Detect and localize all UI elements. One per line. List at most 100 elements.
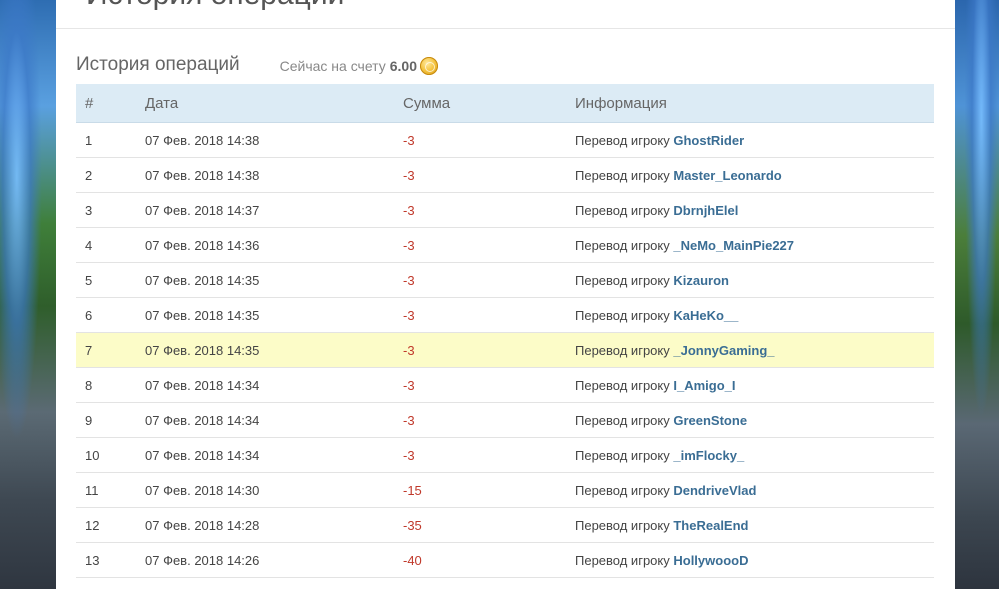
table-row: 10 07 Фев. 2018 14:34 -3 Перевод игроку _im… bbox=[76, 437, 934, 473]
row-number: 5 bbox=[76, 262, 145, 298]
row-info: Перевод игроку HollywoooD bbox=[575, 542, 934, 578]
row-amount: -40 bbox=[403, 542, 575, 578]
column-header-date: Дата bbox=[145, 84, 403, 123]
row-date: 07 Фев. 2018 14:35 bbox=[145, 262, 403, 298]
row-info: Перевод игроку GreenStone bbox=[575, 402, 934, 438]
info-prefix: Перевод игроку bbox=[575, 272, 670, 288]
table-row: 4 07 Фев. 2018 14:36 -3 Перевод игроку _NeM… bbox=[76, 227, 934, 263]
row-amount: -3 bbox=[403, 402, 575, 438]
row-info: Перевод игроку Master_Leonardo bbox=[575, 157, 934, 193]
table-header-row: # Дата Сумма Информация bbox=[76, 84, 934, 123]
info-prefix: Перевод игроку bbox=[575, 167, 670, 183]
table-row: 2 07 Фев. 2018 14:38 -3 Перевод игроку Mast… bbox=[76, 157, 934, 193]
player-link[interactable]: Kizauron bbox=[673, 273, 729, 288]
info-prefix: Перевод игроку bbox=[575, 412, 670, 428]
row-date: 07 Фев. 2018 14:26 bbox=[145, 542, 403, 578]
row-info: Перевод игроку DendriveVlad bbox=[575, 472, 934, 508]
operations-table: # Дата Сумма Информация 1 07 Фев. 2018 14… bbox=[76, 84, 934, 578]
table-row: 5 07 Фев. 2018 14:35 -3 Перевод игроку Kiza… bbox=[76, 262, 934, 298]
info-prefix: Перевод игроку bbox=[575, 307, 670, 323]
row-number: 8 bbox=[76, 367, 145, 403]
player-link[interactable]: _imFlocky_ bbox=[673, 448, 744, 463]
player-link[interactable]: TheRealEnd bbox=[673, 518, 748, 533]
section-header: История операций Сейчас на счету 6.00 bbox=[76, 52, 438, 78]
player-link[interactable]: Master_Leonardo bbox=[673, 168, 781, 183]
row-date: 07 Фев. 2018 14:38 bbox=[145, 122, 403, 158]
row-info: Перевод игроку TheRealEnd bbox=[575, 507, 934, 543]
table-row: 13 07 Фев. 2018 14:26 -40 Перевод игроку Ho… bbox=[76, 542, 934, 578]
row-amount: -3 bbox=[403, 367, 575, 403]
row-number: 13 bbox=[76, 542, 145, 578]
column-header-number: # bbox=[76, 84, 145, 123]
info-prefix: Перевод игроку bbox=[575, 342, 670, 358]
balance-info: Сейчас на счету 6.00 bbox=[280, 57, 438, 75]
player-link[interactable]: HollywoooD bbox=[673, 553, 748, 568]
row-date: 07 Фев. 2018 14:35 bbox=[145, 332, 403, 368]
balance-label: Сейчас на счету bbox=[279, 58, 386, 74]
row-date: 07 Фев. 2018 14:28 bbox=[145, 507, 403, 543]
table-row: 7 07 Фев. 2018 14:35 -3 Перевод игроку _Jon… bbox=[76, 332, 934, 368]
row-info: Перевод игроку Kizauron bbox=[575, 262, 934, 298]
row-date: 07 Фев. 2018 14:37 bbox=[145, 192, 403, 228]
page-title: История операций bbox=[86, 0, 344, 12]
table-row: 1 07 Фев. 2018 14:38 -3 Перевод игроку Ghos… bbox=[76, 122, 934, 158]
row-info: Перевод игроку DbrnjhElel bbox=[575, 192, 934, 228]
row-number: 7 bbox=[76, 332, 145, 368]
row-info: Перевод игроку _imFlocky_ bbox=[575, 437, 934, 473]
background-left bbox=[0, 0, 56, 589]
info-prefix: Перевод игроку bbox=[575, 517, 670, 533]
player-link[interactable]: I_Amigo_I bbox=[673, 378, 735, 393]
info-prefix: Перевод игроку bbox=[575, 482, 670, 498]
player-link[interactable]: _JonnyGaming_ bbox=[673, 343, 774, 358]
row-info: Перевод игроку _NeMo_MainPie227 bbox=[575, 227, 934, 263]
row-number: 12 bbox=[76, 507, 145, 543]
section-title: История операций bbox=[76, 54, 240, 75]
row-date: 07 Фев. 2018 14:34 bbox=[145, 437, 403, 473]
row-number: 10 bbox=[76, 437, 145, 473]
table-row: 3 07 Фев. 2018 14:37 -3 Перевод игроку Dbrn… bbox=[76, 192, 934, 228]
info-prefix: Перевод игроку bbox=[575, 237, 670, 253]
row-amount: -3 bbox=[403, 297, 575, 333]
coin-icon bbox=[420, 57, 438, 75]
row-number: 1 bbox=[76, 122, 145, 158]
row-amount: -15 bbox=[403, 472, 575, 508]
row-number: 6 bbox=[76, 297, 145, 333]
column-header-amount: Сумма bbox=[403, 84, 575, 123]
row-amount: -35 bbox=[403, 507, 575, 543]
info-prefix: Перевод игроку bbox=[575, 132, 670, 148]
player-link[interactable]: DbrnjhElel bbox=[673, 203, 738, 218]
column-header-info: Информация bbox=[575, 84, 934, 123]
page-header: История операций bbox=[56, 0, 955, 29]
table-row: 6 07 Фев. 2018 14:35 -3 Перевод игроку KaHe… bbox=[76, 297, 934, 333]
row-amount: -3 bbox=[403, 157, 575, 193]
row-amount: -3 bbox=[403, 437, 575, 473]
row-amount: -3 bbox=[403, 262, 575, 298]
info-prefix: Перевод игроку bbox=[575, 377, 670, 393]
row-amount: -3 bbox=[403, 332, 575, 368]
row-info: Перевод игроку I_Amigo_I bbox=[575, 367, 934, 403]
table-row: 12 07 Фев. 2018 14:28 -35 Перевод игроку Th… bbox=[76, 507, 934, 543]
row-date: 07 Фев. 2018 14:34 bbox=[145, 367, 403, 403]
row-date: 07 Фев. 2018 14:38 bbox=[145, 157, 403, 193]
row-amount: -3 bbox=[403, 227, 575, 263]
row-amount: -3 bbox=[403, 122, 575, 158]
row-number: 4 bbox=[76, 227, 145, 263]
player-link[interactable]: _NeMo_MainPie227 bbox=[673, 238, 794, 253]
player-link[interactable]: KaHeKo__ bbox=[673, 308, 738, 323]
row-date: 07 Фев. 2018 14:34 bbox=[145, 402, 403, 438]
row-date: 07 Фев. 2018 14:36 bbox=[145, 227, 403, 263]
player-link[interactable]: DendriveVlad bbox=[673, 483, 756, 498]
row-number: 11 bbox=[76, 472, 145, 508]
row-number: 3 bbox=[76, 192, 145, 228]
player-link[interactable]: GhostRider bbox=[673, 133, 744, 148]
row-number: 9 bbox=[76, 402, 145, 438]
info-prefix: Перевод игроку bbox=[575, 552, 670, 568]
info-prefix: Перевод игроку bbox=[575, 447, 670, 463]
player-link[interactable]: GreenStone bbox=[673, 413, 747, 428]
table-row: 9 07 Фев. 2018 14:34 -3 Перевод игроку Gree… bbox=[76, 402, 934, 438]
content-panel: История операций История операций Сейчас… bbox=[56, 0, 955, 589]
table-row: 11 07 Фев. 2018 14:30 -15 Перевод игроку De… bbox=[76, 472, 934, 508]
table-row: 8 07 Фев. 2018 14:34 -3 Перевод игроку I_Am… bbox=[76, 367, 934, 403]
table-body: 1 07 Фев. 2018 14:38 -3 Перевод игроку Ghos… bbox=[76, 122, 934, 578]
row-number: 2 bbox=[76, 157, 145, 193]
